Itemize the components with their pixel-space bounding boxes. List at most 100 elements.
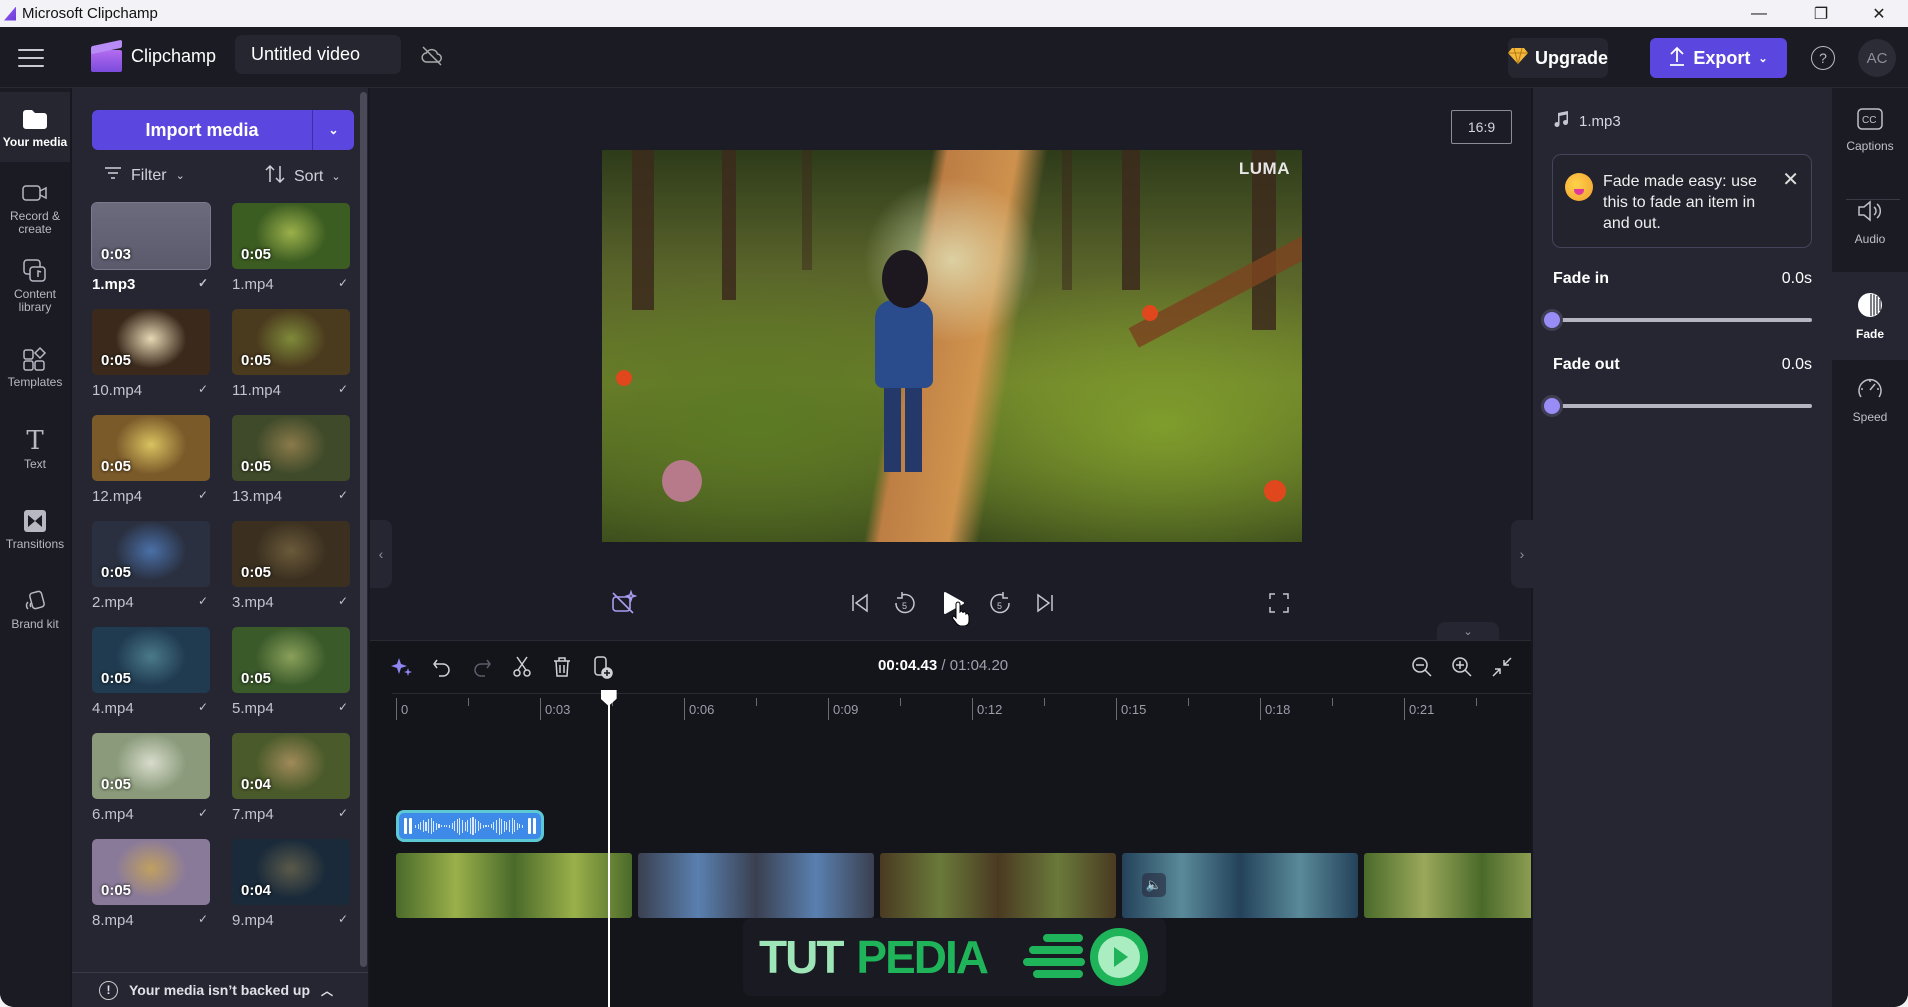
check-icon: ✓ [197,382,208,396]
audio-clip[interactable] [396,810,544,842]
brand-kit-icon [22,588,48,614]
media-item-name: 10.mp4 [92,382,143,399]
media-item-name: 7.mp4 [232,806,274,823]
undo-button[interactable] [429,654,455,680]
zoom-out-icon[interactable] [1409,654,1435,680]
redo-button[interactable] [469,654,495,680]
rewind-5-button[interactable]: 5 [890,588,920,618]
ai-sparkle-button[interactable] [389,654,415,680]
filter-button[interactable]: Filter ⌄ [104,166,185,185]
media-item[interactable]: 0:05 11.mp4 ✓ [232,309,352,399]
media-item[interactable]: 0:05 8.mp4 ✓ [92,839,212,929]
media-item[interactable]: 0:03 1.mp3 ✓ [91,202,212,293]
cloud-off-icon[interactable] [420,44,444,68]
help-icon[interactable]: ? [1811,46,1835,70]
video-clip[interactable] [638,853,874,918]
check-icon: ✓ [337,700,348,714]
media-item[interactable]: 0:05 4.mp4 ✓ [92,627,212,717]
media-item-name: 9.mp4 [232,912,274,929]
duration-badge: 0:05 [241,352,272,369]
media-item[interactable]: 0:05 2.mp4 ✓ [92,521,212,611]
clip-trim-handle-left[interactable] [404,818,407,834]
timeline-ruler[interactable]: 0 0:03 0:06 0:09 0:12 0:15 0:18 0:21 [392,693,1531,723]
export-button[interactable]: Export ⌄ [1650,38,1787,78]
duration-badge: 0:05 [101,458,132,475]
import-options-dropdown[interactable]: ⌄ [312,110,354,150]
fullscreen-button[interactable] [1264,588,1294,618]
import-media-button[interactable]: Import media [92,110,312,150]
fade-out-slider[interactable] [1541,395,1812,417]
fade-in-label: Fade in [1553,270,1610,287]
skip-to-start-button[interactable] [845,588,875,618]
close-icon[interactable]: ✕ [1782,167,1799,192]
duration-badge: 0:05 [101,776,132,793]
zoom-in-icon[interactable] [1449,654,1475,680]
content-library-icon [22,258,48,284]
fit-timeline-icon[interactable] [1489,654,1515,680]
duration-badge: 0:03 [101,246,132,263]
media-item[interactable]: 0:04 7.mp4 ✓ [232,733,352,823]
clip-trim-handle-right[interactable] [533,818,536,834]
video-clip[interactable] [880,853,1116,918]
playhead[interactable] [607,700,610,1007]
media-item[interactable]: 0:05 5.mp4 ✓ [232,627,352,717]
fade-in-slider[interactable] [1541,309,1812,331]
sort-button[interactable]: Sort ⌄ [264,164,341,189]
video-clip[interactable]: 🔈 [1122,853,1358,918]
media-item[interactable]: 0:05 6.mp4 ✓ [92,733,212,823]
collapse-properties-panel-button[interactable]: › [1511,520,1533,588]
fade-out-slider-thumb[interactable] [1541,395,1563,417]
forward-5-button[interactable]: 5 [985,588,1015,618]
delete-button[interactable] [549,654,575,680]
magic-edit-off-button[interactable] [609,588,639,618]
chevron-down-icon: ⌄ [1758,52,1768,65]
sidebar-item-brand-kit[interactable]: Brand kit [0,588,70,631]
menu-icon[interactable] [18,49,44,67]
video-track: 🔈 [396,853,1531,918]
upgrade-button[interactable]: Upgrade [1508,38,1608,78]
duplicate-add-button[interactable] [590,654,616,680]
media-item-name: 13.mp4 [232,488,283,505]
sidebar-item-templates[interactable]: Templates [0,346,70,389]
tab-speed[interactable]: Speed [1832,360,1908,440]
media-item[interactable]: 0:05 13.mp4 ✓ [232,415,352,505]
minimize-button[interactable]: — [1730,0,1788,27]
emoji-icon [1565,173,1593,201]
aspect-ratio-button[interactable]: 16:9 [1451,110,1512,144]
brand-name: Clipchamp [131,46,217,66]
video-clip[interactable] [396,853,632,918]
close-window-button[interactable]: ✕ [1850,0,1908,27]
video-preview[interactable]: LUMA [602,150,1302,542]
check-icon: ✓ [197,594,208,608]
avatar[interactable]: AC [1858,39,1896,77]
skip-to-end-button[interactable] [1030,588,1060,618]
sidebar-item-text[interactable]: T Text [0,428,70,471]
media-item[interactable]: 0:05 10.mp4 ✓ [92,309,212,399]
media-item[interactable]: 0:05 1.mp4 ✓ [232,203,352,293]
maximize-button[interactable]: ❐ [1792,0,1850,27]
project-title-input[interactable]: Untitled video [235,35,401,74]
split-scissors-button[interactable] [509,654,535,680]
watermark-text-pedia: PEDIA [856,931,989,983]
tab-fade[interactable]: Fade [1832,272,1908,360]
sidebar-item-transitions[interactable]: Transitions [0,508,70,551]
duration-badge: 0:05 [241,670,272,687]
sidebar-item-content-library[interactable]: Content library [0,258,70,314]
video-clip[interactable] [1364,853,1531,918]
backup-notice[interactable]: ! Your media isn’t backed up ︿ [72,972,368,1007]
speaker-icon[interactable]: 🔈 [1142,873,1166,897]
media-scrollbar[interactable] [360,92,367,967]
sidebar-item-your-media[interactable]: Your media [0,92,70,162]
collapse-media-panel-button[interactable]: ‹ [370,520,392,588]
media-item[interactable]: 0:05 12.mp4 ✓ [92,415,212,505]
collapse-preview-button[interactable]: ⌄ [1437,622,1499,640]
sidebar-item-record-create[interactable]: Record & create [0,180,70,236]
media-item[interactable]: 0:04 9.mp4 ✓ [232,839,352,929]
ruler-label: 0:12 [977,702,1003,717]
media-item[interactable]: 0:05 3.mp4 ✓ [232,521,352,611]
check-icon: ✓ [197,276,208,290]
fade-in-slider-thumb[interactable] [1541,309,1563,331]
tab-audio[interactable]: Audio [1832,182,1908,262]
chevron-down-icon: ⌄ [328,123,339,137]
tab-captions[interactable]: CC Captions [1832,90,1908,170]
